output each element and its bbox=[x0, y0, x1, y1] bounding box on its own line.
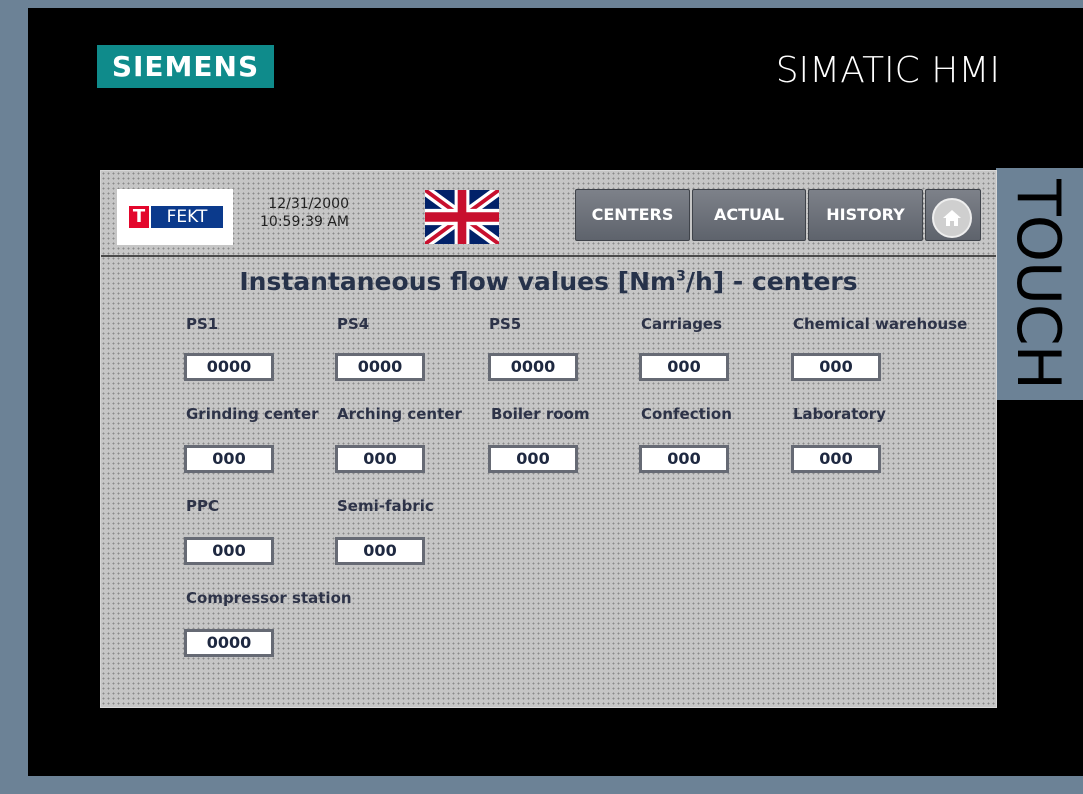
value-confection: 000 bbox=[639, 445, 729, 473]
label-grinding-center: Grinding center bbox=[186, 405, 319, 423]
centers-button[interactable]: CENTERS bbox=[575, 189, 690, 241]
date-text: 12/31/2000 bbox=[268, 196, 349, 212]
siemens-logo: SIEMENS bbox=[97, 45, 274, 88]
label-arching-center: Arching center bbox=[337, 405, 462, 423]
value-ps5: 0000 bbox=[488, 353, 578, 381]
value-arching-center: 000 bbox=[335, 445, 425, 473]
label-semi-fabric: Semi-fabric bbox=[337, 497, 434, 515]
uk-flag-icon[interactable] bbox=[425, 190, 499, 244]
page-title: Instantaneous flow values [Nm3/h] - cent… bbox=[239, 267, 858, 296]
simatic-hmi-label: SIMATIC HMI bbox=[775, 50, 1000, 91]
touch-label: TOUCH bbox=[1003, 179, 1073, 389]
label-ps1: PS1 bbox=[186, 315, 219, 333]
value-ppc: 000 bbox=[184, 537, 274, 565]
value-ps4: 0000 bbox=[335, 353, 425, 381]
label-chemical-warehouse: Chemical warehouse bbox=[793, 315, 968, 333]
time-text: 10:59:39 AM bbox=[260, 214, 349, 230]
fekt-logo-text: FEKT bbox=[151, 206, 223, 228]
value-boiler-room: 000 bbox=[488, 445, 578, 473]
label-carriages: Carriages bbox=[641, 315, 723, 333]
value-laboratory: 000 bbox=[791, 445, 881, 473]
value-compressor-station: 0000 bbox=[184, 629, 274, 657]
label-ps5: PS5 bbox=[489, 315, 522, 333]
value-carriages: 000 bbox=[639, 353, 729, 381]
home-button[interactable] bbox=[925, 189, 981, 241]
home-icon bbox=[932, 198, 972, 238]
datetime-display: 12/31/2000 10:59:39 AM bbox=[241, 195, 349, 231]
label-compressor-station: Compressor station bbox=[186, 589, 352, 607]
header-divider bbox=[101, 255, 996, 257]
label-boiler-room: Boiler room bbox=[491, 405, 590, 423]
value-semi-fabric: 000 bbox=[335, 537, 425, 565]
touch-strip: TOUCH bbox=[996, 168, 1083, 400]
history-button[interactable]: HISTORY bbox=[808, 189, 923, 241]
value-chemical-warehouse: 000 bbox=[791, 353, 881, 381]
label-confection: Confection bbox=[641, 405, 732, 423]
value-grinding-center: 000 bbox=[184, 445, 274, 473]
fekt-logo: T FEKT bbox=[117, 189, 233, 245]
value-ps1: 0000 bbox=[184, 353, 274, 381]
label-laboratory: Laboratory bbox=[793, 405, 886, 423]
fekt-logo-letter: T bbox=[129, 206, 149, 228]
label-ppc: PPC bbox=[186, 497, 219, 515]
actual-button[interactable]: ACTUAL bbox=[692, 189, 806, 241]
label-ps4: PS4 bbox=[337, 315, 370, 333]
hmi-screen: T FEKT 12/31/2000 10:59:39 AM CENTERS AC… bbox=[100, 170, 997, 708]
